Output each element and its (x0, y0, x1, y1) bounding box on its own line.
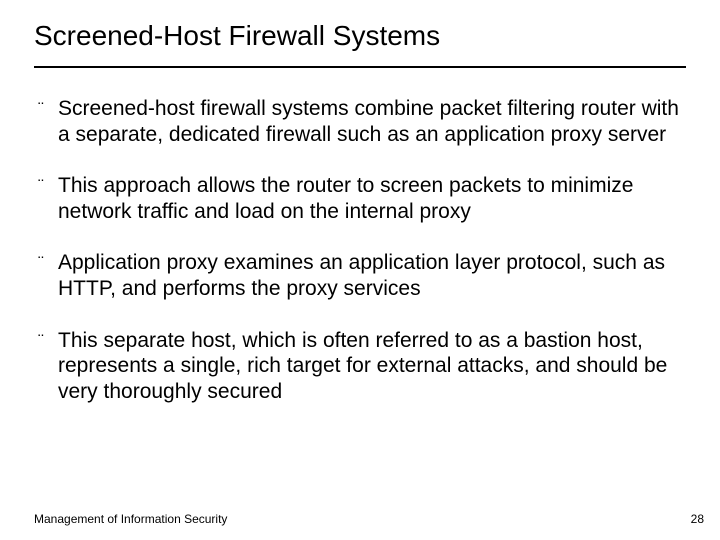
bullet-text: This separate host, which is often refer… (58, 328, 686, 405)
slide: Screened-Host Firewall Systems ¨ Screene… (0, 0, 720, 540)
diamond-bullet-icon: ¨ (34, 96, 48, 122)
list-item: ¨ This separate host, which is often ref… (34, 328, 686, 405)
list-item: ¨ Screened-host firewall systems combine… (34, 96, 686, 147)
bullet-list: ¨ Screened-host firewall systems combine… (34, 96, 686, 404)
bullet-text: Application proxy examines an applicatio… (58, 250, 686, 301)
page-number: 28 (691, 512, 704, 526)
bullet-text: This approach allows the router to scree… (58, 173, 686, 224)
footer-text: Management of Information Security (34, 512, 227, 526)
diamond-bullet-icon: ¨ (34, 173, 48, 199)
slide-title: Screened-Host Firewall Systems (34, 20, 686, 68)
diamond-bullet-icon: ¨ (34, 250, 48, 276)
list-item: ¨ This approach allows the router to scr… (34, 173, 686, 224)
bullet-text: Screened-host firewall systems combine p… (58, 96, 686, 147)
diamond-bullet-icon: ¨ (34, 328, 48, 354)
list-item: ¨ Application proxy examines an applicat… (34, 250, 686, 301)
